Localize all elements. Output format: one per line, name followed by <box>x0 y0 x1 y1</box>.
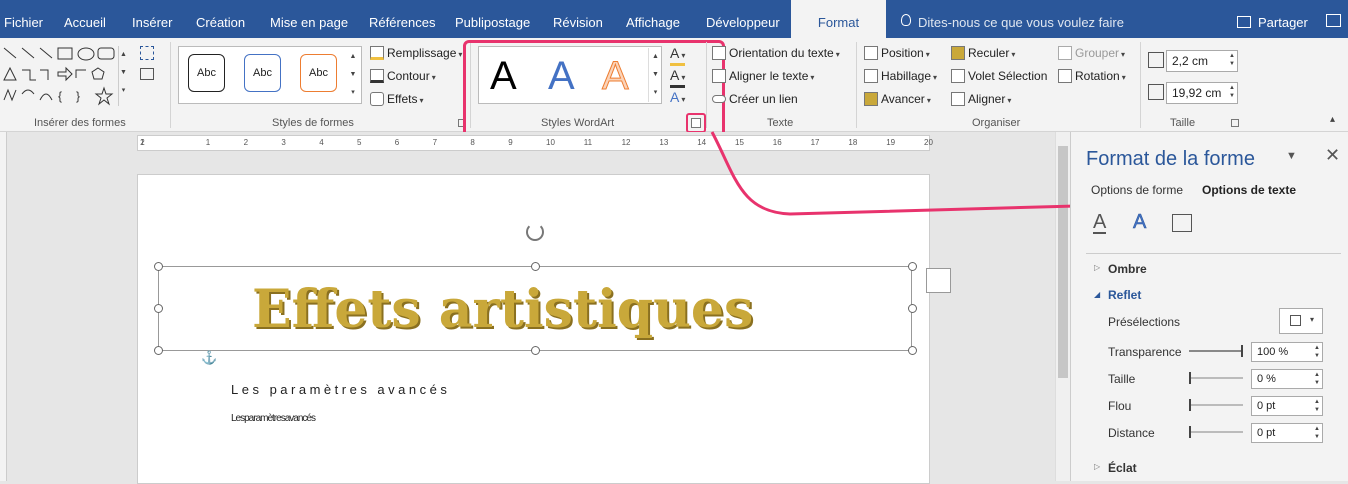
close-pane-icon[interactable]: ✕ <box>1325 145 1340 166</box>
size-slider[interactable] <box>1189 377 1243 379</box>
text-box-options-icon[interactable] <box>1172 214 1192 232</box>
size-label: Taille <box>1108 372 1136 386</box>
shadow-expand-icon[interactable]: ▷ <box>1094 263 1100 272</box>
tab-shape-options[interactable]: Options de forme <box>1091 183 1183 197</box>
text-effects-icon[interactable]: A <box>1133 212 1147 233</box>
glow-expand-icon[interactable]: ▷ <box>1094 462 1100 471</box>
blur-slider[interactable] <box>1189 404 1243 406</box>
shadow-section[interactable]: Ombre <box>1108 262 1147 276</box>
distance-input[interactable]: 0 pt ▲ ▼ <box>1251 423 1323 443</box>
preset-square-icon <box>1290 315 1301 326</box>
pane-title: Format de la forme <box>1086 148 1255 170</box>
transparency-slider[interactable] <box>1189 350 1243 352</box>
format-shape-pane: Format de la forme ▼ ✕ Options de forme … <box>1070 132 1348 481</box>
presets-label: Présélections <box>1108 315 1181 329</box>
tab-text-options[interactable]: Options de texte <box>1202 183 1296 197</box>
blur-slider-thumb[interactable] <box>1189 399 1191 411</box>
size-slider-thumb[interactable] <box>1189 372 1191 384</box>
transparency-input[interactable]: 100 % ▲ ▼ <box>1251 342 1323 362</box>
size-input[interactable]: 0 % ▲ ▼ <box>1251 369 1323 389</box>
blur-label: Flou <box>1108 399 1132 413</box>
reflection-section[interactable]: Reflet <box>1108 288 1141 302</box>
pane-options-chevron-icon[interactable]: ▼ <box>1286 150 1297 162</box>
distance-label: Distance <box>1108 426 1155 440</box>
glow-section[interactable]: Éclat <box>1108 461 1137 475</box>
transparency-slider-thumb[interactable] <box>1241 345 1243 357</box>
presets-dropdown[interactable]: ▾ <box>1279 308 1323 334</box>
distance-slider-thumb[interactable] <box>1189 426 1191 438</box>
blur-input[interactable]: 0 pt ▲ ▼ <box>1251 396 1323 416</box>
pane-divider <box>1086 253 1341 254</box>
transparency-label: Transparence <box>1108 345 1182 359</box>
text-fill-outline-icon[interactable]: A <box>1093 212 1107 234</box>
distance-slider[interactable] <box>1189 431 1243 433</box>
reflection-collapse-icon[interactable]: ◢ <box>1094 290 1100 299</box>
